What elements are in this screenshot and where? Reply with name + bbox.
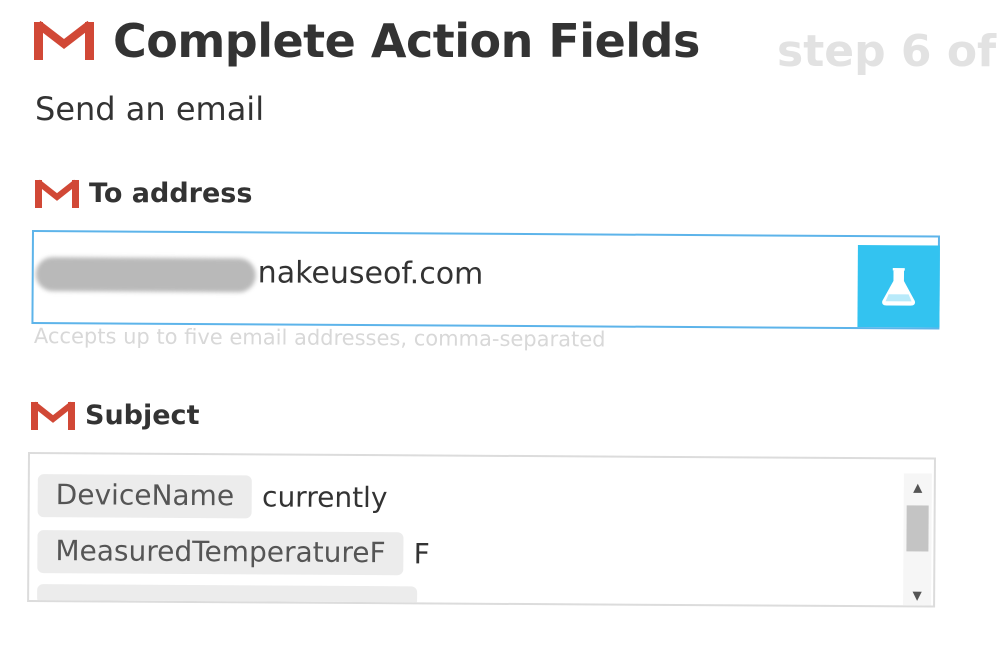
subject-label: Subject [31,400,199,431]
to-address-input[interactable]: nakeuseof.com [31,230,940,330]
subject-text: currently [262,480,388,515]
flask-icon [882,268,916,306]
test-ingredient-button[interactable] [857,245,940,328]
subject-label-text: Subject [85,400,200,431]
to-address-help: Accepts up to five email addresses, comm… [33,324,606,352]
ingredient-pill-partial [37,584,418,607]
gmail-icon [35,179,79,208]
step-indicator: step 6 of [777,26,997,77]
ingredient-pill-device-name[interactable]: DeviceName [37,474,253,519]
subject-textarea[interactable]: DeviceName currently MeasuredTemperature… [27,452,936,608]
subject-scrollbar[interactable]: ▲ ▼ [903,473,932,606]
to-address-label-text: To address [89,178,253,209]
scroll-thumb[interactable] [906,505,929,552]
ingredient-pill-measured-temperature[interactable]: MeasuredTemperatureF [37,530,404,576]
gmail-icon [34,20,94,60]
scroll-up-arrow-icon[interactable]: ▲ [904,477,932,497]
subject-line-partial [37,584,418,607]
to-address-label: To address [35,178,252,209]
subject-text: F [413,537,430,571]
subject-line: MeasuredTemperatureF F [37,530,430,576]
page-title: Complete Action Fields [113,14,700,68]
subject-line: DeviceName currently [37,474,388,519]
page-subtitle: Send an email [35,90,265,128]
to-address-value-text: nakeuseof.com [257,255,484,292]
scroll-down-arrow-icon[interactable]: ▼ [903,585,931,605]
redacted-address-blur [35,257,256,293]
gmail-icon [31,401,75,430]
